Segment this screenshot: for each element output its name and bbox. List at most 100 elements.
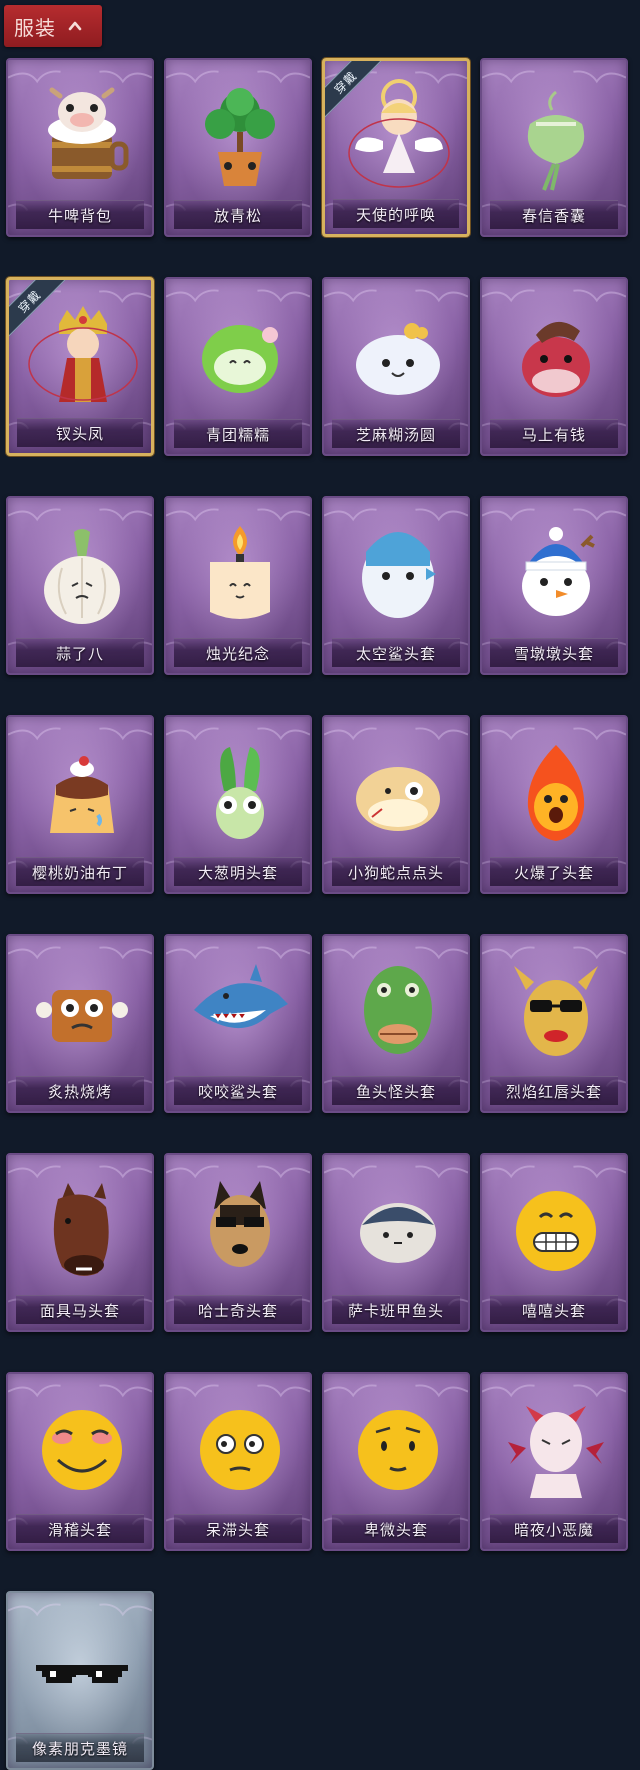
costume-label-bar: 青团糯糯 [174, 419, 302, 448]
costume-label-bar: 大葱明头套 [174, 857, 302, 886]
sesame-dumpling-icon [338, 293, 458, 413]
snake-dog-head-icon [338, 731, 458, 851]
costume-card[interactable]: 穿戴天使的呼唤 [322, 58, 470, 237]
costume-name: 烛光纪念 [205, 644, 270, 663]
sachet-pouch-icon [496, 74, 616, 194]
costume-card[interactable]: 小狗蛇点点头 [322, 715, 470, 894]
costume-name: 萨卡班甲鱼头 [347, 1301, 444, 1320]
costume-name: 钗头凤 [55, 424, 104, 443]
costume-card[interactable]: 咬咬鲨头套 [164, 934, 312, 1113]
costume-name: 芝麻糊汤圆 [355, 425, 436, 444]
costume-card[interactable]: 嘻嘻头套 [480, 1153, 628, 1332]
pixel-sunglasses-icon [22, 1607, 142, 1727]
costume-card[interactable]: 哈士奇头套 [164, 1153, 312, 1332]
costume-card[interactable]: 烈焰红唇头套 [480, 934, 628, 1113]
scallion-head-icon [180, 731, 300, 851]
costume-name: 放青松 [213, 206, 262, 225]
category-title: 服装 [14, 15, 56, 40]
costume-label-bar: 春信香囊 [490, 200, 618, 229]
costume-label-bar: 滑稽头套 [16, 1514, 144, 1543]
costume-name: 火爆了头套 [513, 863, 594, 882]
costume-label-bar: 炙热烧烤 [16, 1076, 144, 1105]
costume-label-bar: 雪墩墩头套 [490, 638, 618, 667]
costume-card[interactable]: 暗夜小恶魔 [480, 1372, 628, 1551]
costume-label-bar: 呆滞头套 [174, 1514, 302, 1543]
smirk-emoji-head-icon [22, 1388, 142, 1508]
costume-label-bar: 鱼头怪头套 [332, 1076, 460, 1105]
costume-name: 天使的呼唤 [355, 205, 436, 224]
pudding-icon [22, 731, 142, 851]
costume-card[interactable]: 呆滞头套 [164, 1372, 312, 1551]
bonsai-pine-icon [180, 74, 300, 194]
costume-card[interactable]: 马上有钱 [480, 277, 628, 456]
costume-card[interactable]: 蒜了八 [6, 496, 154, 675]
costume-card[interactable]: 青团糯糯 [164, 277, 312, 456]
costume-label-bar: 嘻嘻头套 [490, 1295, 618, 1324]
costume-name: 春信香囊 [521, 206, 586, 225]
costume-label-bar: 放青松 [174, 200, 302, 229]
costume-label-bar: 太空鲨头套 [332, 638, 460, 667]
costume-card[interactable]: 像素朋克墨镜 [6, 1591, 154, 1770]
costume-card[interactable]: 卑微头套 [322, 1372, 470, 1551]
costume-card[interactable]: 面具马头套 [6, 1153, 154, 1332]
costume-card[interactable]: 雪墩墩头套 [480, 496, 628, 675]
costume-card[interactable]: 芝麻糊汤圆 [322, 277, 470, 456]
worn-badge-label: 穿戴 [325, 61, 385, 122]
costume-name: 呆滞头套 [205, 1520, 270, 1539]
costume-label-bar: 咬咬鲨头套 [174, 1076, 302, 1105]
costume-label-bar: 蒜了八 [16, 638, 144, 667]
costume-label-bar: 哈士奇头套 [174, 1295, 302, 1324]
husky-head-icon [180, 1169, 300, 1289]
costume-label-bar: 萨卡班甲鱼头 [332, 1295, 460, 1324]
costume-name: 雪墩墩头套 [513, 644, 594, 663]
costume-card[interactable]: 穿戴钗头凤 [6, 277, 154, 456]
costume-card[interactable]: 大葱明头套 [164, 715, 312, 894]
costume-label-bar: 面具马头套 [16, 1295, 144, 1324]
costume-card[interactable]: 烛光纪念 [164, 496, 312, 675]
costume-label-bar: 火爆了头套 [490, 857, 618, 886]
costume-card[interactable]: 放青松 [164, 58, 312, 237]
costume-label-bar: 小狗蛇点点头 [332, 857, 460, 886]
bbq-meat-icon [22, 950, 142, 1070]
green-rice-ball-icon [180, 293, 300, 413]
costume-card[interactable]: 太空鲨头套 [322, 496, 470, 675]
costume-card[interactable]: 鱼头怪头套 [322, 934, 470, 1113]
costume-label-bar: 暗夜小恶魔 [490, 1514, 618, 1543]
costume-name: 青团糯糯 [205, 425, 270, 444]
costume-card[interactable]: 炙热烧烤 [6, 934, 154, 1113]
costume-name: 烈焰红唇头套 [505, 1082, 602, 1101]
costume-name: 蒜了八 [55, 644, 104, 663]
red-lips-mask-icon [496, 950, 616, 1070]
dazed-emoji-head-icon [180, 1388, 300, 1508]
costume-card[interactable]: 牛啤背包 [6, 58, 154, 237]
costume-card[interactable]: 滑稽头套 [6, 1372, 154, 1551]
horse-mask-icon [22, 1169, 142, 1289]
costume-name: 卑微头套 [363, 1520, 428, 1539]
costume-name: 面具马头套 [39, 1301, 120, 1320]
biting-shark-head-icon [180, 950, 300, 1070]
costume-name: 像素朋克墨镜 [31, 1739, 128, 1758]
costume-label-bar: 芝麻糊汤圆 [332, 419, 460, 448]
little-devil-icon [496, 1388, 616, 1508]
costume-label-bar: 樱桃奶油布丁 [16, 857, 144, 886]
costume-name: 哈士奇头套 [197, 1301, 278, 1320]
grin-emoji-head-icon [496, 1169, 616, 1289]
costume-card[interactable]: 春信香囊 [480, 58, 628, 237]
cow-beer-backpack-icon [22, 74, 142, 194]
costume-name: 小狗蛇点点头 [347, 863, 444, 882]
costume-card[interactable]: 萨卡班甲鱼头 [322, 1153, 470, 1332]
costume-label-bar: 天使的呼唤 [333, 199, 459, 228]
costume-card[interactable]: 火爆了头套 [480, 715, 628, 894]
costume-name: 太空鲨头套 [355, 644, 436, 663]
costume-label-bar: 钗头凤 [17, 418, 143, 447]
worn-badge-label: 穿戴 [9, 280, 69, 341]
space-shark-head-icon [338, 512, 458, 632]
fire-head-icon [496, 731, 616, 851]
snowman-head-icon [496, 512, 616, 632]
costume-grid: 牛啤背包 放青松 穿戴 天使的呼唤 春信香囊 穿戴 钗头凤 青团糯糯 芝麻糊汤圆 马上有钱 蒜了八烛… [6, 58, 630, 1770]
costume-name: 嘻嘻头套 [521, 1301, 586, 1320]
costume-card[interactable]: 樱桃奶油布丁 [6, 715, 154, 894]
costume-name: 牛啤背包 [47, 206, 112, 225]
costume-name: 滑稽头套 [47, 1520, 112, 1539]
category-header-toggle[interactable]: 服装 [4, 5, 102, 47]
